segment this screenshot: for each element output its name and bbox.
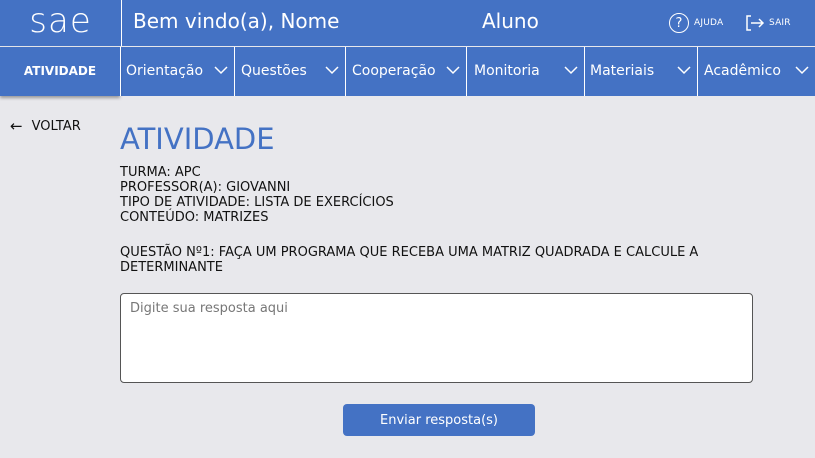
nav-item-label: Materiais: [590, 63, 655, 79]
chevron-down-icon: [325, 66, 339, 75]
nav-item-label: Orientação: [126, 63, 204, 79]
help-circle-icon: ?: [669, 13, 689, 33]
nav-item-label: Cooperação: [352, 63, 436, 79]
help-label: AJUDA: [694, 18, 724, 28]
nav-item-label: Questões: [241, 63, 307, 79]
nav-item-atividade[interactable]: ATIVIDADE: [0, 47, 120, 96]
nav-item-label: Monitoria: [474, 63, 540, 79]
content-text: CONTEÚDO: MATRIZES: [120, 210, 269, 225]
answer-input[interactable]: [120, 293, 753, 383]
nav-item-academico[interactable]: Acadêmico: [698, 47, 815, 96]
help-button[interactable]: ? AJUDA: [669, 11, 723, 35]
page-title: ATIVIDADE: [120, 122, 275, 156]
divider: [121, 0, 122, 46]
nav-item-label: Acadêmico: [704, 63, 781, 79]
logo[interactable]: sae: [0, 0, 121, 46]
activity-info: TURMA: APC PROFESSOR(A): GIOVANNI TIPO D…: [120, 165, 394, 225]
chevron-down-icon: [795, 66, 809, 75]
turma-text: TURMA: APC: [120, 165, 201, 180]
chevron-down-icon: [446, 66, 460, 75]
nav-item-orientacao[interactable]: Orientação: [121, 47, 234, 96]
back-label: VOLTAR: [31, 118, 81, 134]
nav-item-questoes[interactable]: Questões: [235, 47, 345, 96]
nav-item-materiais[interactable]: Materiais: [585, 47, 697, 96]
nav-item-monitoria[interactable]: Monitoria: [467, 47, 584, 96]
nav-item-cooperacao[interactable]: Cooperação: [346, 47, 466, 96]
activity-type-text: TIPO DE ATIVIDADE: LISTA DE EXERCÍCIOS: [120, 195, 394, 210]
chevron-down-icon: [214, 66, 228, 75]
question-text: QUESTÃO Nº1: FAÇA UM PROGRAMA QUE RECEBA…: [120, 245, 699, 275]
welcome-text: Bem vindo(a), Nome: [133, 9, 340, 33]
submit-button[interactable]: Enviar resposta(s): [343, 404, 535, 436]
top-bar: sae Bem vindo(a), Nome Aluno ? AJUDA SAI…: [0, 0, 815, 46]
logout-icon: [746, 15, 765, 31]
nav-bar: ATIVIDADE Orientação Questões Cooperação…: [0, 47, 815, 96]
chevron-down-icon: [564, 66, 578, 75]
professor-text: PROFESSOR(A): GIOVANNI: [120, 180, 291, 195]
user-role: Aluno: [482, 9, 539, 33]
back-button[interactable]: ← VOLTAR: [10, 117, 81, 135]
arrow-left-icon: ←: [10, 117, 23, 135]
logout-label: SAIR: [769, 18, 791, 28]
logout-button[interactable]: SAIR: [744, 11, 791, 35]
chevron-down-icon: [677, 66, 691, 75]
